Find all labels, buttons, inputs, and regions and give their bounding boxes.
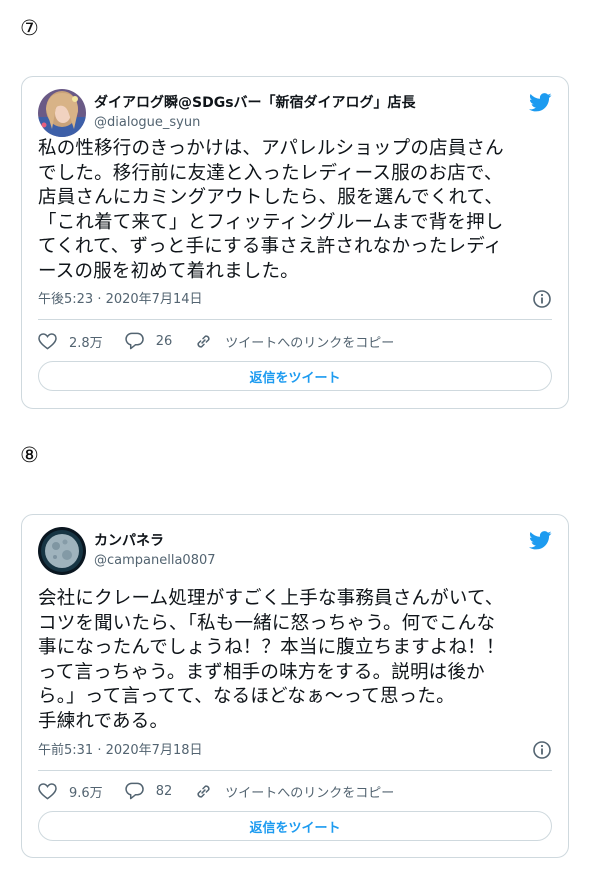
author-handle[interactable]: @campanella0807 <box>94 552 216 570</box>
author-handle[interactable]: @dialogue_syun <box>94 114 200 132</box>
reply-count: 82 <box>155 783 173 799</box>
tweet-timestamp[interactable]: 午後5:23 · 2020年7月14日 <box>38 291 203 309</box>
link-icon <box>197 784 210 798</box>
info-icon[interactable] <box>532 289 552 313</box>
author-name[interactable]: ダイアログ瞬@SDGsバー「新宿ダイアログ」店長 <box>94 94 416 112</box>
tweet-timestamp[interactable]: 午前5:31 · 2020年7月18日 <box>38 742 203 760</box>
twitter-bird-icon[interactable] <box>529 93 552 116</box>
copy-link-button[interactable]: ツイートへのリンクをコピー <box>194 782 394 801</box>
copy-link-label: ツイートへのリンクをコピー <box>225 335 395 351</box>
heart-icon <box>38 782 57 800</box>
tweet-actions: 9.6万 82 ツイートへのリンクをコピー <box>38 781 552 801</box>
reply-tweet-button[interactable]: 返信をツイート <box>38 361 552 391</box>
reply-bubble-icon <box>125 782 144 800</box>
avatar[interactable] <box>38 527 86 575</box>
tweet-card[interactable]: ダイアログ瞬@SDGsバー「新宿ダイアログ」店長 @dialogue_syun … <box>21 76 569 409</box>
moon-avatar <box>38 527 86 575</box>
tweet-text: 会社にクレーム処理がすごく上手な事務員さんがいて、 コツを聞いたら、「私も一緒に… <box>38 588 505 732</box>
reply-count-button[interactable]: 82 <box>125 782 173 800</box>
avatar[interactable] <box>38 89 86 137</box>
info-icon[interactable] <box>532 740 552 764</box>
copy-link-button[interactable]: ツイートへのリンクをコピー <box>194 332 394 351</box>
like-button[interactable]: 9.6万 <box>38 782 103 801</box>
tweet-text: 私の性移行のきっかけは、アパレルショップの店員さん でした。移行前に友達と入った… <box>38 138 504 282</box>
divider <box>38 770 552 771</box>
like-button[interactable]: 2.8万 <box>38 332 103 351</box>
twitter-bird-icon[interactable] <box>529 531 552 554</box>
divider <box>38 319 552 320</box>
section-number: ⑧ <box>20 443 39 467</box>
reply-count: 26 <box>155 333 173 349</box>
copy-link-label: ツイートへのリンクをコピー <box>225 785 395 801</box>
like-count: 2.8万 <box>69 335 103 351</box>
reply-bubble-icon <box>125 332 144 350</box>
link-icon <box>197 334 210 348</box>
profile-photo-avatar <box>38 89 86 137</box>
reply-tweet-button[interactable]: 返信をツイート <box>38 811 552 841</box>
like-count: 9.6万 <box>69 785 103 801</box>
section-number: ⑦ <box>20 16 39 40</box>
tweet-actions: 2.8万 26 ツイートへのリンクをコピー <box>38 331 552 351</box>
author-name[interactable]: カンパネラ <box>94 532 164 550</box>
reply-count-button[interactable]: 26 <box>125 332 173 350</box>
tweet-card[interactable]: カンパネラ @campanella0807 会社にクレーム処理がすごく上手な事務… <box>21 514 569 858</box>
heart-icon <box>38 332 57 350</box>
